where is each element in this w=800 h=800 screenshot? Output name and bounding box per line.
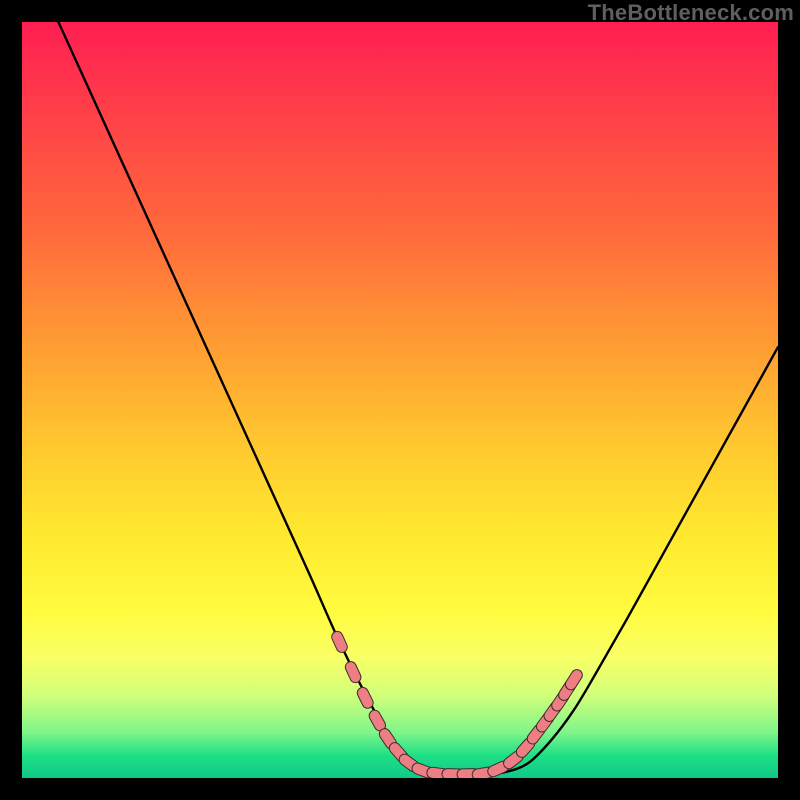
bottleneck-curve [45,22,778,775]
curve-layer [22,22,778,778]
highlight-dot [330,630,349,655]
highlight-dot [344,660,363,685]
plot-area [22,22,778,778]
highlight-dot [355,686,375,711]
highlight-dot [563,667,584,691]
highlight-dots [330,630,584,778]
chart-frame: TheBottleneck.com [0,0,800,800]
watermark-label: TheBottleneck.com [588,0,794,26]
